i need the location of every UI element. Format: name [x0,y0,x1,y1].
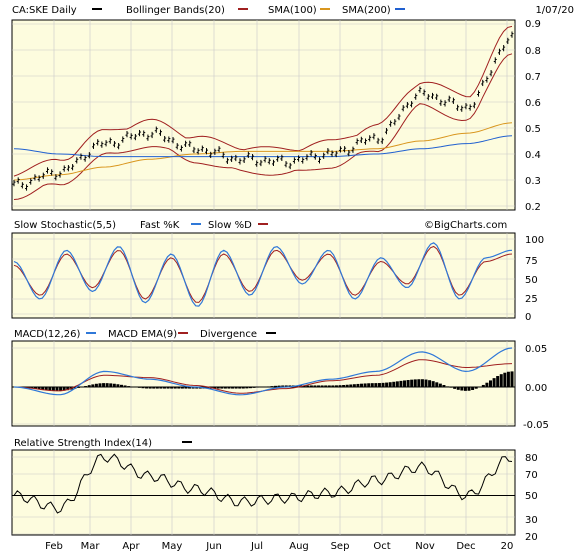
macd-swatch [86,332,96,334]
month-label: Nov [415,541,435,552]
month-label: Apr [122,541,140,552]
month-label: Dec [456,541,475,552]
price-tick: 0.6 [525,98,541,109]
legend-bollinger-swatch [238,8,248,10]
macd-tick: 0.05 [525,344,547,355]
price-tick: 0.7 [525,72,541,83]
rsi-swatch [182,441,192,443]
price-tick: 0.3 [525,176,541,187]
rsi-tick: 80 [525,453,538,464]
month-label: Mar [81,541,101,552]
legend-sma100: SMA(100) [268,5,317,16]
legend-sma200: SMA(200) [342,5,391,16]
legend-bollinger: Bollinger Bands(20) [126,5,225,16]
stoch-panel [11,232,516,319]
rsi-tick: 70 [525,470,538,481]
rsi-panel [11,449,516,536]
watermark: ©BigCharts.com [424,220,507,231]
legend-fast-k-swatch [191,223,201,225]
rsi-title: Relative Strength Index(14) [14,438,152,449]
legend-macd-ema: MACD EMA(9) [108,329,177,340]
rsi-tick: 30 [525,515,538,526]
legend-sma200-swatch [395,8,405,10]
stoch-title: Slow Stochastic(5,5) [14,220,116,231]
price-panel [11,19,516,211]
month-label: Sep [331,541,350,552]
legend-divergence-swatch [266,332,276,334]
legend-slow-d: Slow %D [208,220,252,231]
price-tick: 0.4 [525,150,541,161]
stoch-tick: 100 [525,235,544,246]
rsi-tick: 20 [525,532,538,543]
legend-sma100-swatch [320,8,330,10]
price-legend-swatch [92,8,102,10]
stock-chart: CA:SKE Daily Bollinger Bands(20) SMA(100… [11,5,574,552]
macd-panel [11,340,516,427]
legend-slow-d-swatch [258,223,268,225]
month-label: Oct [373,541,390,552]
symbol-label: CA:SKE Daily [12,5,77,16]
macd-title: MACD(12,26) [14,329,81,340]
price-tick: 0.9 [525,19,541,30]
month-label: 20 [501,541,514,552]
month-label: Aug [289,541,309,552]
month-label: Jul [250,541,263,552]
month-label: May [162,541,183,552]
legend-macd-ema-swatch [178,332,188,334]
date-label: 1/07/20 [535,5,574,16]
stoch-tick: 25 [525,294,538,305]
price-tick: 0.5 [525,124,541,135]
month-label: Feb [45,541,63,552]
rsi-tick: 50 [525,491,538,502]
stoch-tick: 75 [525,256,538,267]
stoch-tick: 0 [525,312,531,323]
month-label: Jun [205,541,222,552]
macd-tick: 0.00 [525,383,547,394]
chart-root: CA:SKE Daily Bollinger Bands(20) SMA(100… [0,0,579,553]
price-tick: 0.8 [525,46,541,57]
legend-fast-k: Fast %K [140,220,180,231]
price-tick: 0.2 [525,202,541,213]
stoch-tick: 50 [525,275,538,286]
macd-tick: -0.05 [523,420,549,431]
legend-divergence: Divergence [200,329,257,340]
